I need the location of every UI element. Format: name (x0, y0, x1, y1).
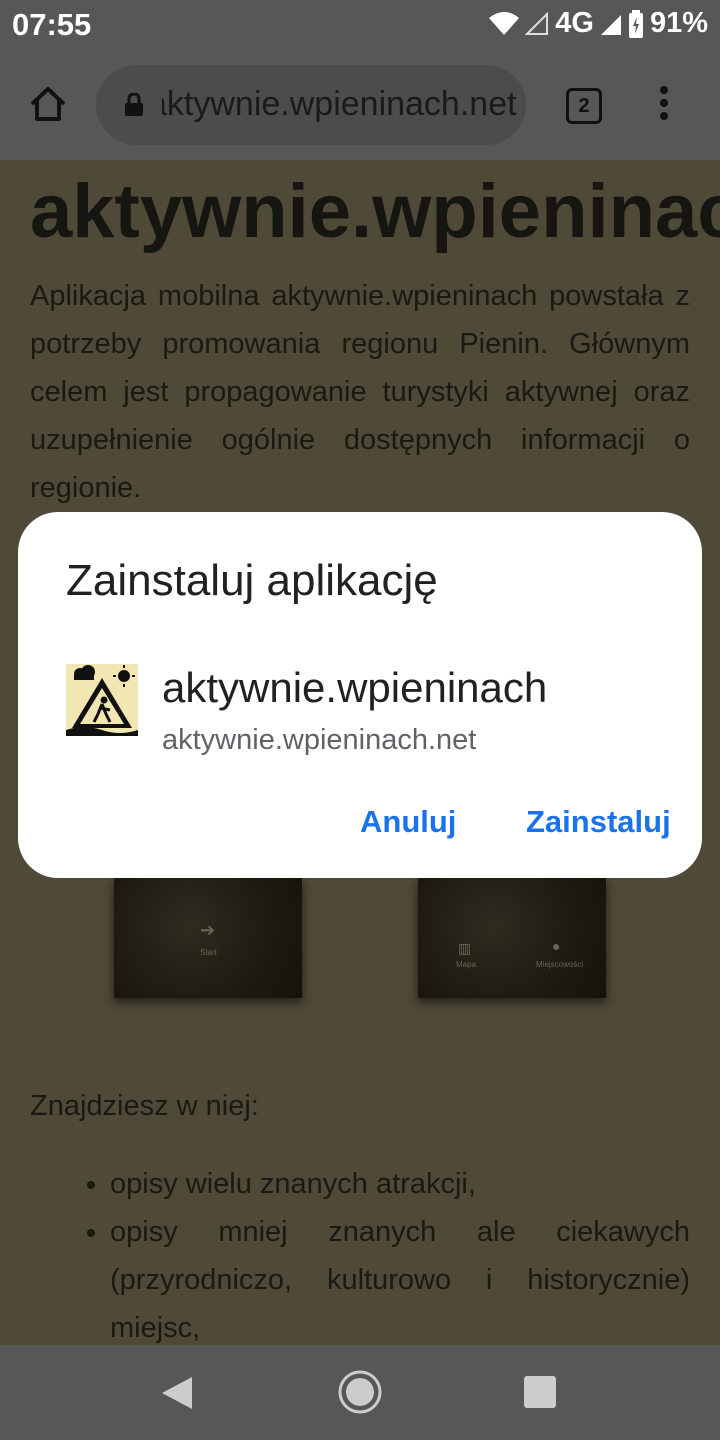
section-heading: Znajdziesz w niej: (30, 1090, 259, 1122)
browser-toolbar: aktywnie.wpieninach.net 2 (0, 50, 720, 160)
battery-percent: 91% (649, 7, 708, 39)
url-bar[interactable]: aktywnie.wpieninach.net (96, 65, 526, 145)
home-nav-icon[interactable] (337, 1369, 383, 1420)
screenshot-label: Mapa (456, 960, 477, 969)
page-intro: Aplikacja mobilna aktywnie.wpieninach po… (30, 280, 690, 504)
navigation-bar (0, 1345, 720, 1440)
list-item: opisy wielu znanych atrakcji, (110, 1160, 690, 1208)
list-item: opisy mniej znanych ale ciekawych (przyr… (110, 1208, 690, 1345)
page-title: aktywnie.wpieninach (30, 169, 720, 254)
arrow-right-icon: ➔ (200, 920, 216, 940)
wifi-icon (489, 11, 520, 36)
battery-icon (628, 9, 644, 38)
signal-icon (525, 11, 549, 36)
location-pin-icon: ● (552, 938, 561, 954)
app-url: aktywnie.wpieninach.net (162, 724, 477, 756)
status-bar: 07:55 4G 91% (0, 0, 720, 50)
back-icon[interactable] (160, 1375, 194, 1416)
feature-list: opisy wielu znanych atrakcji, opisy mnie… (30, 1160, 690, 1345)
dialog-title: Zainstaluj aplikację (66, 556, 438, 605)
app-screenshot: ➔ Start (114, 878, 302, 998)
lock-icon (124, 92, 144, 122)
signal-icon (600, 12, 622, 36)
install-dialog: Zainstaluj aplikację aktywnie.wpieninach… (18, 512, 702, 878)
more-vert-icon[interactable] (654, 86, 674, 126)
cancel-button[interactable]: Anuluj (360, 804, 456, 840)
map-icon: ▥ (458, 940, 472, 956)
install-button[interactable]: Zainstaluj (526, 804, 671, 840)
tabs-icon[interactable]: 2 (566, 88, 602, 124)
screenshot-label: Miejscowości (536, 960, 584, 969)
status-indicators: 4G 91% (489, 7, 708, 40)
home-icon[interactable] (28, 84, 68, 124)
app-name: aktywnie.wpieninach (162, 664, 548, 711)
screenshot-label: Start (200, 948, 217, 957)
status-time: 07:55 (12, 7, 92, 42)
network-type: 4G (555, 7, 594, 39)
app-screenshot: ▥ Mapa ● Miejscowości (418, 878, 606, 998)
url-text: aktywnie.wpieninach.net (148, 85, 517, 123)
recents-icon[interactable] (524, 1376, 556, 1408)
app-logo-icon (66, 664, 138, 736)
